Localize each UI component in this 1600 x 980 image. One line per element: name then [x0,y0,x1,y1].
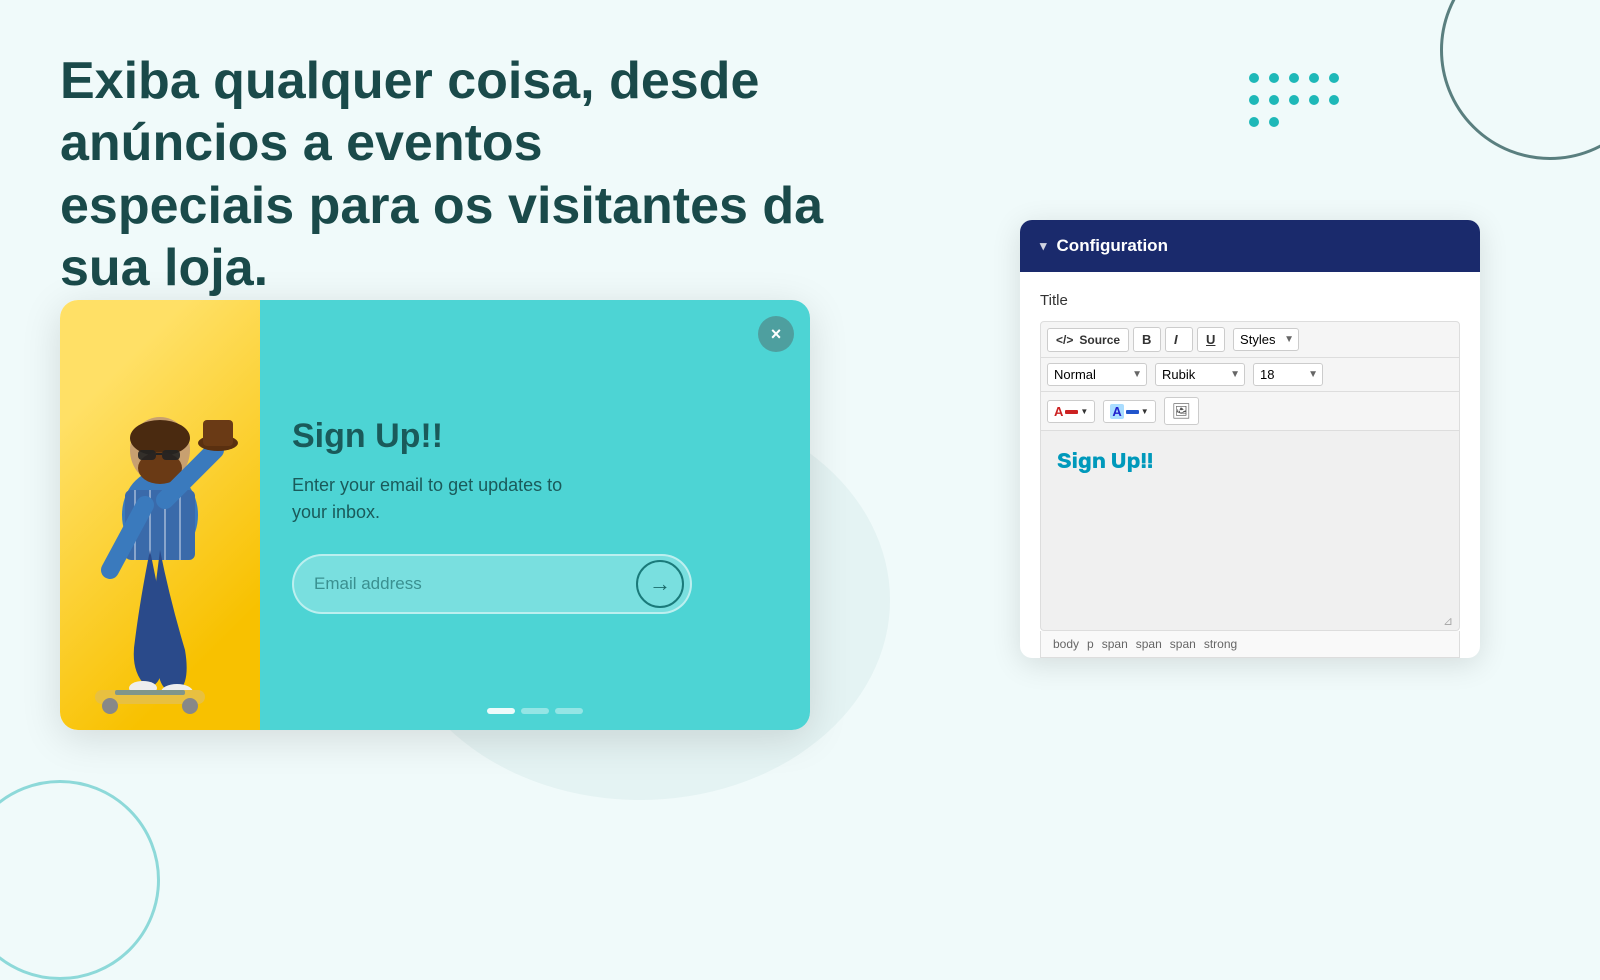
config-collapse-arrow: ▾ [1040,238,1047,254]
config-panel-header[interactable]: ▾ Configuration [1020,220,1480,272]
highlight-color-arrow: ▼ [1141,407,1149,416]
config-header-label: Configuration [1057,236,1168,256]
highlight-color-icon: A [1110,404,1123,419]
statusbar-span-3: span [1170,637,1196,651]
popup-submit-button[interactable]: → [636,560,684,608]
editor-resize-handle[interactable]: ⊿ [1443,614,1455,626]
text-color-icon: A [1054,404,1063,419]
pagination-dot-1 [487,708,515,714]
popup-email-row: → [292,554,692,614]
toolbar-size-select[interactable]: 18 12 14 16 20 24 [1253,363,1323,386]
popup-image-section [60,300,260,730]
editor-statusbar: body p span span span strong [1040,631,1460,658]
editor-toolbar: </> Source B I U Styles [1040,321,1460,431]
editor-text: Sign Up!! [1057,447,1443,474]
toolbar-format-select[interactable]: Normal Heading 1 Heading 2 [1047,363,1147,386]
source-icon: </> [1056,333,1073,347]
toolbar-format-wrapper: Normal Heading 1 Heading 2 ▼ [1047,363,1147,386]
toolbar-row-2: Normal Heading 1 Heading 2 ▼ Rubik Arial… [1041,358,1459,392]
text-color-arrow: ▼ [1080,407,1088,416]
pagination-dot-3 [555,708,583,714]
headline-line2: especiais para os visitantes da sua loja… [60,177,823,297]
toolbar-bold-button[interactable]: B [1133,327,1161,352]
toolbar-styles-select[interactable]: Styles [1233,328,1299,351]
statusbar-body: body [1053,637,1079,651]
popup-pagination-dots [260,708,810,714]
toolbar-font-select[interactable]: Rubik Arial [1155,363,1245,386]
bg-circle-bottom-left [0,780,160,980]
image-insert-icon: 🖼 [1172,403,1191,420]
bg-dots-decoration [1246,70,1340,130]
popup-card: × Sign Up!! Enter your email to get upda… [60,300,810,730]
config-panel: ▾ Configuration Title </> Source B I [1020,220,1480,658]
popup-figure [60,300,260,730]
toolbar-italic-button[interactable]: I [1165,327,1193,352]
pagination-dot-2 [521,708,549,714]
toolbar-text-color-button[interactable]: A ▼ [1047,400,1095,423]
popup-title: Sign Up!! [292,417,774,456]
text-color-swatch [1065,410,1078,414]
editor-content-area[interactable]: Sign Up!! ⊿ [1040,431,1460,631]
toolbar-image-button[interactable]: 🖼 [1164,397,1199,425]
toolbar-source-button[interactable]: </> Source [1047,328,1129,352]
toolbar-row-3: A ▼ A ▼ 🖼 [1041,392,1459,430]
statusbar-p: p [1087,637,1094,651]
bg-circle-top-right [1440,0,1600,160]
skater-figure [70,350,250,730]
popup-close-button[interactable]: × [758,316,794,352]
headline: Exiba qualquer coisa, desde anúncios a e… [60,50,840,300]
config-title-label: Title [1040,292,1460,309]
statusbar-strong: strong [1204,637,1237,651]
toolbar-underline-button[interactable]: U [1197,327,1225,352]
statusbar-span-1: span [1102,637,1128,651]
statusbar-span-2: span [1136,637,1162,651]
popup-description: Enter your email to get updates to your … [292,472,774,526]
arrow-right-icon: → [649,571,671,597]
popup-email-input[interactable] [314,574,636,594]
toolbar-highlight-color-button[interactable]: A ▼ [1103,400,1155,423]
highlight-color-swatch [1126,410,1139,414]
toolbar-size-wrapper: 18 12 14 16 20 24 ▼ [1253,363,1323,386]
config-body: Title </> Source B I U [1020,272,1480,658]
popup-content: × Sign Up!! Enter your email to get upda… [260,300,810,730]
toolbar-row-1: </> Source B I U Styles [1041,322,1459,358]
toolbar-styles-wrapper: Styles ▼ [1233,328,1299,351]
toolbar-font-wrapper: Rubik Arial ▼ [1155,363,1245,386]
headline-line1: Exiba qualquer coisa, desde anúncios a e… [60,52,759,172]
